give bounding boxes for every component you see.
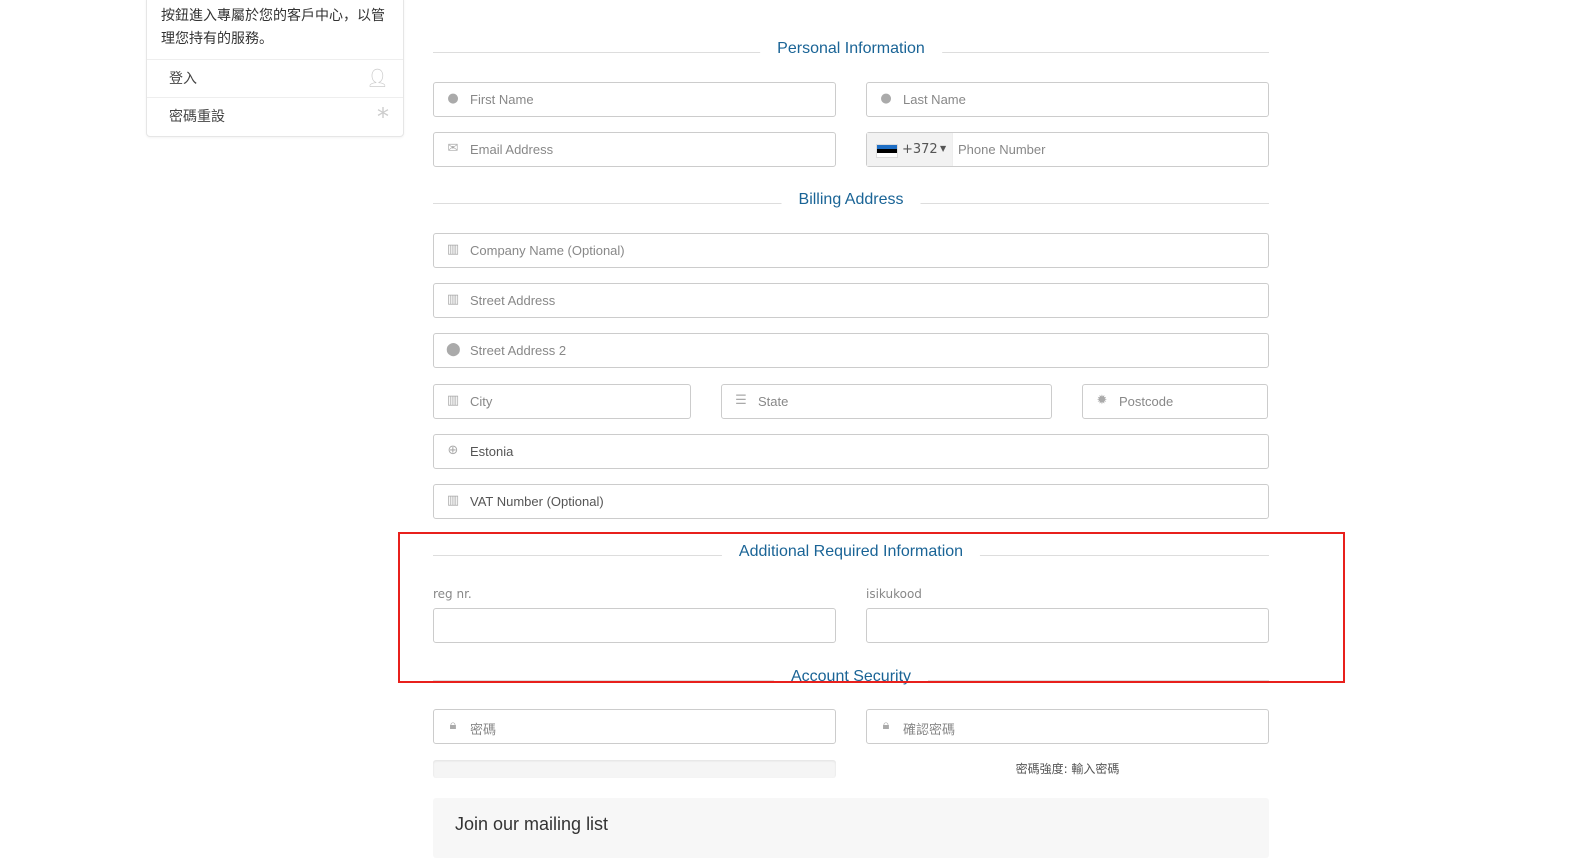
section-personal: Personal Information	[433, 40, 1269, 62]
sidebar-description: 按鈕進入專屬於您的客戶中心，以管理您持有的服務。	[161, 8, 385, 47]
sidebar-item-password-reset[interactable]: 密碼重設 *	[147, 97, 403, 136]
selected-value: Estonia	[470, 444, 514, 459]
placeholder: VAT Number (Optional)	[470, 494, 604, 509]
email-input[interactable]: ✉ Email Address	[433, 132, 836, 167]
estonia-flag-icon	[876, 144, 898, 158]
city-input[interactable]: ▥ City	[433, 384, 691, 419]
highlight-box	[398, 532, 1345, 683]
building-icon: ▥	[446, 292, 460, 307]
lock-icon: 🔒︎	[882, 718, 890, 733]
password-input[interactable]: 🔒︎ 密碼	[433, 709, 836, 744]
signpost-icon: ☰	[735, 393, 747, 408]
phone-code: +372	[902, 142, 938, 157]
placeholder: 確認密碼	[903, 722, 956, 737]
section-billing: Billing Address	[433, 191, 1269, 213]
caret-down-icon: ▼	[940, 144, 947, 153]
placeholder: City	[470, 394, 493, 409]
building-icon: ▥	[446, 393, 460, 408]
company-input[interactable]: ▥ Company Name (Optional)	[433, 233, 1269, 268]
password-strength-text: 密碼強度: 輸入密碼	[1015, 762, 1120, 776]
vat-input[interactable]: ▥ VAT Number (Optional)	[433, 484, 1269, 519]
user-icon: 👤︎	[366, 68, 389, 89]
state-input[interactable]: ☰ State	[721, 384, 1052, 419]
country-code-dropdown[interactable]: +372 ▼	[867, 133, 953, 166]
placeholder: First Name	[470, 92, 534, 107]
password-strength-bar	[433, 760, 836, 778]
globe-icon: ⊕	[447, 443, 459, 458]
placeholder: Postcode	[1119, 394, 1174, 409]
placeholder: Email Address	[470, 142, 554, 157]
mailing-list-title: Join our mailing list	[455, 814, 609, 834]
placeholder: Street Address	[470, 293, 556, 308]
section-title: Billing Address	[781, 191, 921, 209]
sidebar-panel: 按鈕進入專屬於您的客戶中心，以管理您持有的服務。 登入 👤︎ 密碼重設 *	[146, 0, 404, 137]
envelope-icon: ✉	[447, 141, 459, 156]
certificate-icon: ✹	[1096, 393, 1108, 408]
postcode-input[interactable]: ✹ Postcode	[1082, 384, 1268, 419]
placeholder: Last Name	[903, 92, 966, 107]
building-icon: ▥	[446, 493, 460, 508]
first-name-input[interactable]: ● First Name	[433, 82, 836, 117]
placeholder: Street Address 2	[470, 343, 567, 358]
placeholder: Phone Number	[958, 142, 1046, 157]
sidebar-item-label: 密碼重設	[169, 109, 225, 125]
user-icon: ●	[880, 91, 892, 106]
section-title: Personal Information	[760, 40, 942, 58]
country-select[interactable]: ⊕ Estonia	[433, 434, 1269, 469]
map-marker-icon: ⬤	[446, 342, 461, 357]
confirm-password-input[interactable]: 🔒︎ 確認密碼	[866, 709, 1269, 744]
sidebar-item-label: 登入	[169, 71, 197, 87]
lock-icon: 🔒︎	[449, 718, 457, 733]
phone-input[interactable]: +372 ▼ Phone Number	[866, 132, 1269, 167]
street-address-2-input[interactable]: ⬤ Street Address 2	[433, 333, 1269, 368]
street-address-input[interactable]: ▥ Street Address	[433, 283, 1269, 318]
placeholder: 密碼	[470, 722, 497, 737]
mailing-list-box: Join our mailing list	[433, 798, 1269, 858]
placeholder: Company Name (Optional)	[470, 243, 625, 258]
building-icon: ▥	[446, 242, 460, 257]
asterisk-icon: *	[377, 103, 389, 131]
placeholder: State	[758, 394, 789, 409]
last-name-input[interactable]: ● Last Name	[866, 82, 1269, 117]
sidebar-item-login[interactable]: 登入 👤︎	[147, 59, 403, 98]
user-icon: ●	[447, 91, 459, 106]
